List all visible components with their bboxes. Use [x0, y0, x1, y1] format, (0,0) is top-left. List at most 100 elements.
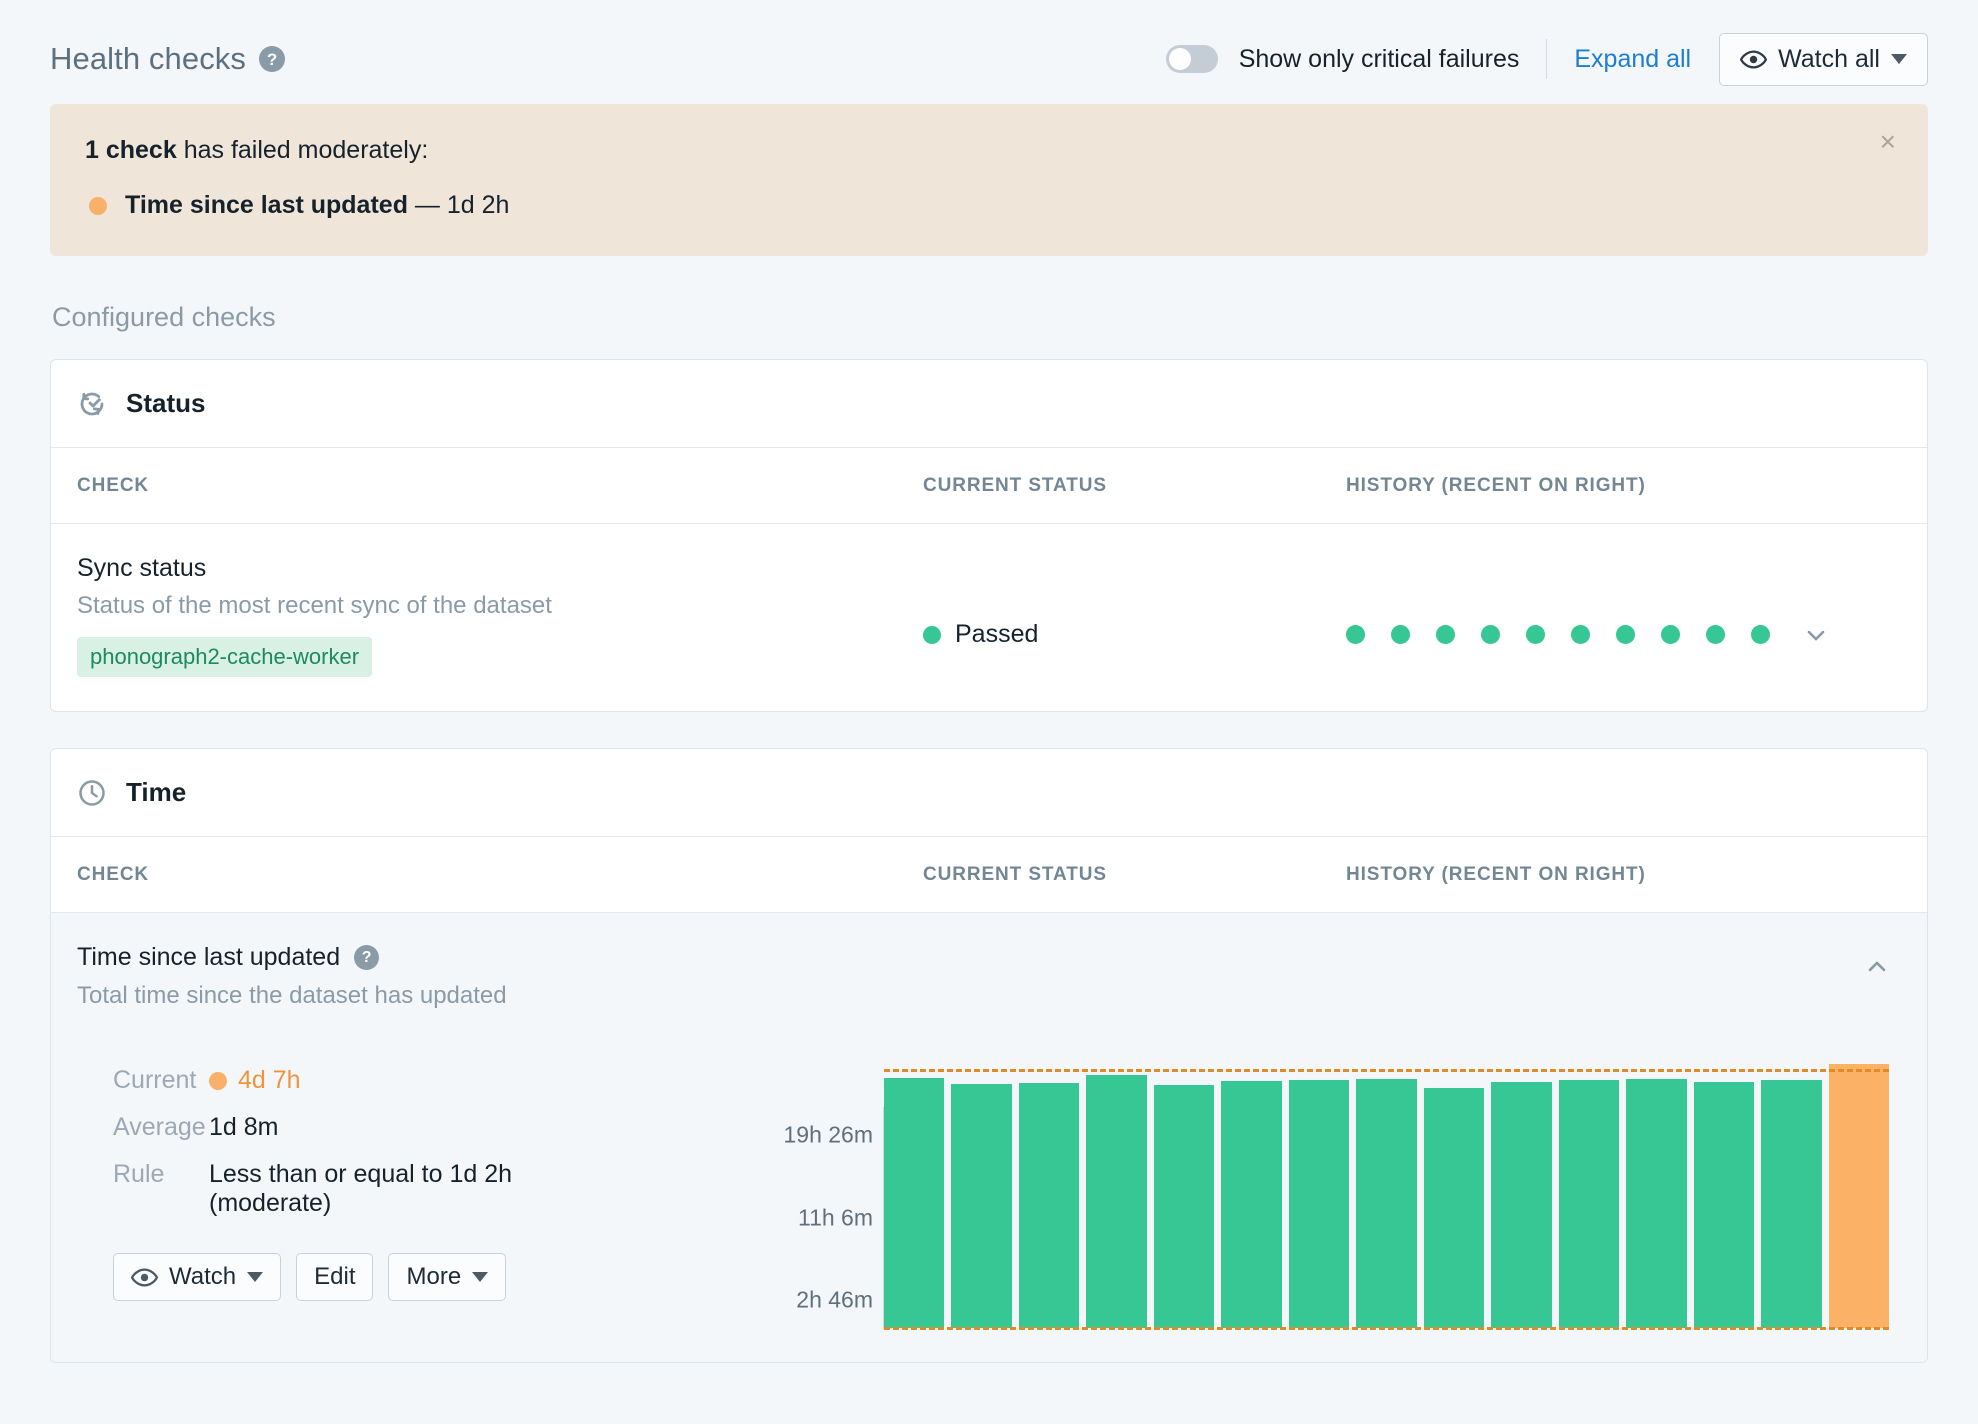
- stat-value-text: Less than or equal to 1d 2h (moderate): [209, 1160, 512, 1218]
- chart-bar[interactable]: [884, 1078, 945, 1328]
- history-dot-icon[interactable]: [1346, 625, 1365, 644]
- chart-bar[interactable]: [1693, 1082, 1755, 1328]
- column-current-status: CURRENT STATUS: [923, 863, 1107, 885]
- chart-y-tick-label: 2h 46m: [796, 1286, 873, 1313]
- history-dot-icon[interactable]: [1661, 625, 1680, 644]
- stat-value-text: 4d 7h: [238, 1066, 301, 1094]
- banner-item-text: Time since last updated — 1d 2h: [125, 191, 509, 220]
- current-status-cell: Passed: [923, 524, 1346, 711]
- help-icon[interactable]: ?: [259, 46, 286, 72]
- stat-value: 4d 7h: [209, 1066, 301, 1095]
- more-button-label: More: [406, 1263, 462, 1290]
- stat-current: Current 4d 7h: [113, 1066, 753, 1095]
- header-controls: Show only critical failures Expand all W…: [1165, 32, 1928, 86]
- eye-icon: [1740, 49, 1768, 69]
- page-header: Health checks ? Show only critical failu…: [50, 0, 1928, 96]
- health-checks-page: Health checks ? Show only critical failu…: [0, 0, 1978, 1424]
- failure-banner: 1 check has failed moderately: Time sinc…: [50, 104, 1928, 256]
- edit-button[interactable]: Edit: [296, 1253, 374, 1301]
- watch-all-label: Watch all: [1778, 44, 1880, 73]
- stat-value: Less than or equal to 1d 2h (moderate): [209, 1160, 512, 1218]
- chart-bar[interactable]: [1288, 1080, 1350, 1328]
- chart-bar[interactable]: [1828, 1064, 1890, 1328]
- status-label: Passed: [955, 620, 1039, 648]
- severity-dot-icon: [89, 196, 107, 215]
- chart-bar[interactable]: [1018, 1083, 1080, 1328]
- chart-bar[interactable]: [1153, 1085, 1215, 1328]
- critical-failures-toggle[interactable]: [1165, 45, 1218, 73]
- check-cell: Sync status Status of the most recent sy…: [77, 524, 923, 711]
- history-dot-icon[interactable]: [1481, 625, 1500, 644]
- check-detail-area: Current 4d 7h Average 1d 8m Rule Less th…: [77, 1010, 1901, 1362]
- chart-bar[interactable]: [1491, 1082, 1552, 1328]
- chevron-down-icon: [1807, 630, 1825, 640]
- banner-failed-item[interactable]: Time since last updated — 1d 2h: [85, 191, 1888, 220]
- column-check: CHECK: [77, 863, 150, 885]
- watch-button[interactable]: Watch: [113, 1253, 282, 1301]
- check-name: Sync status: [77, 554, 207, 582]
- chart-bar[interactable]: [1356, 1079, 1417, 1328]
- history-cell: [1346, 524, 1901, 711]
- check-name: Time since last updated: [77, 943, 341, 971]
- action-buttons: Watch Edit More: [113, 1253, 753, 1301]
- check-description: Total time since the dataset has updated: [77, 982, 507, 1009]
- history-dot-icon[interactable]: [1526, 625, 1545, 644]
- chart-bar[interactable]: [1558, 1080, 1620, 1328]
- watch-button-label: Watch: [169, 1263, 237, 1290]
- check-description: Status of the most recent sync of the da…: [77, 592, 552, 619]
- chart-bar[interactable]: [1086, 1075, 1147, 1328]
- eye-icon: [131, 1267, 158, 1287]
- clock-icon: [79, 779, 105, 806]
- column-current-status: CURRENT STATUS: [923, 474, 1107, 496]
- watch-all-button[interactable]: Watch all: [1719, 32, 1928, 86]
- stat-label: Rule: [113, 1160, 165, 1188]
- history-bar-chart: 19h 26m 11h 6m 2h 46m: [753, 1050, 1901, 1330]
- critical-failures-label: Show only critical failures: [1238, 44, 1520, 73]
- history-dot-icon[interactable]: [1751, 625, 1770, 644]
- history-dot-icon[interactable]: [1616, 625, 1635, 644]
- history-dot-icon[interactable]: [1436, 625, 1455, 644]
- history-dot-icon[interactable]: [1571, 625, 1590, 644]
- help-icon[interactable]: ?: [354, 945, 380, 970]
- chart-y-axis: 19h 26m 11h 6m 2h 46m: [753, 1107, 892, 1329]
- check-stats: Current 4d 7h Average 1d 8m Rule Less th…: [113, 1050, 753, 1328]
- chevron-up-icon: [1868, 961, 1886, 972]
- banner-title: 1 check has failed moderately:: [85, 136, 1888, 165]
- collapse-row-button[interactable]: [1857, 947, 1897, 987]
- banner-count: 1 check: [85, 136, 177, 164]
- time-column-headers: CHECK CURRENT STATUS HISTORY (RECENT ON …: [51, 837, 1927, 913]
- banner-item-name: Time since last updated: [125, 191, 408, 219]
- chart-bar[interactable]: [1221, 1081, 1282, 1328]
- title-group: Health checks ?: [50, 41, 286, 77]
- history-dot-icon[interactable]: [1706, 625, 1725, 644]
- stat-value: 1d 8m: [209, 1113, 278, 1142]
- history-dot-icon[interactable]: [1391, 625, 1410, 644]
- edit-button-label: Edit: [314, 1263, 356, 1290]
- sync-check-icon: [80, 392, 104, 415]
- expand-all-button[interactable]: Expand all: [1574, 45, 1691, 74]
- chevron-down-icon: [472, 1272, 489, 1282]
- banner-rest: has failed moderately:: [176, 136, 429, 164]
- chart-bar[interactable]: [1423, 1088, 1485, 1328]
- chart-bar[interactable]: [1761, 1080, 1822, 1328]
- severity-dot-icon: [209, 1071, 227, 1090]
- chart-bar[interactable]: [1626, 1079, 1687, 1328]
- time-card-header: Time: [51, 749, 1927, 837]
- expanded-check-row: Time since last updated ? Total time sin…: [51, 913, 1927, 1362]
- expanded-check-header: Time since last updated ?: [77, 943, 1901, 972]
- expand-row-button[interactable]: [1796, 615, 1836, 655]
- chart-y-tick-label: 11h 6m: [797, 1204, 873, 1231]
- rule-line-2: (moderate): [209, 1189, 332, 1217]
- status-card-header: Status: [51, 360, 1927, 448]
- status-dot-icon: [923, 625, 941, 644]
- table-row[interactable]: Sync status Status of the most recent sy…: [51, 524, 1927, 711]
- check-tag[interactable]: phonograph2-cache-worker: [77, 637, 373, 677]
- banner-item-separator: —: [407, 191, 447, 219]
- more-button[interactable]: More: [388, 1253, 507, 1301]
- close-icon[interactable]: ×: [1870, 122, 1906, 162]
- divider: [1546, 39, 1548, 79]
- time-check-card: Time CHECK CURRENT STATUS HISTORY (RECEN…: [50, 748, 1928, 1363]
- column-history: HISTORY (RECENT ON RIGHT): [1346, 863, 1646, 885]
- chart-bar[interactable]: [951, 1084, 1012, 1328]
- rule-line-1: Less than or equal to 1d 2h: [209, 1160, 513, 1188]
